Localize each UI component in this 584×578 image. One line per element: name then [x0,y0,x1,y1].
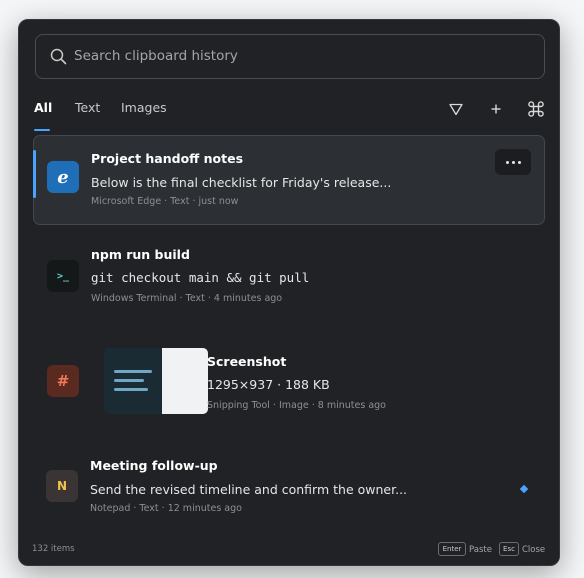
esc-key-hint: Esc [499,542,519,556]
selection-indicator [33,150,36,198]
item-preview: Send the revised timeline and confirm th… [90,482,408,497]
image-thumbnail [104,348,208,414]
list-item[interactable]: >_ npm run build git checkout main && gi… [33,233,545,323]
close-label: Close [522,545,546,555]
add-button[interactable] [485,98,507,120]
item-preview: Below is the final checklist for Friday'… [91,175,392,190]
item-meta: Notepad · Text · 12 minutes ago [90,503,242,514]
enter-key-hint: Enter [438,542,466,556]
paste-label: Paste [469,545,492,555]
item-preview: 1295×937 · 188 KB [207,377,330,392]
filter-button[interactable] [445,98,467,120]
search-box[interactable]: Search clipboard history [35,34,545,79]
active-tab-indicator [34,129,50,131]
list-item[interactable]: e Project handoff notes Below is the fin… [33,135,545,225]
filter-icon [449,103,463,115]
more-icon [505,160,509,164]
clipboard-history-panel: Search clipboard history All Text Images… [18,19,560,566]
command-key-icon [528,101,544,117]
list-item[interactable]: N Meeting follow-up Send the revised tim… [33,443,545,523]
list-item[interactable]: # Screenshot 1295×937 · 188 KB Snipping … [33,348,545,418]
snipping-tool-icon: # [47,365,79,397]
more-options-button[interactable] [495,149,531,175]
filter-tabs: All Text Images [34,100,554,131]
tab-text[interactable]: Text [75,100,100,115]
notepad-icon: N [46,470,78,502]
item-preview: git checkout main && git pull [91,270,310,285]
search-icon [50,48,67,69]
tab-images[interactable]: Images [121,100,167,115]
item-count: 132 items [32,544,75,554]
item-title: npm run build [91,247,190,262]
item-title: Meeting follow-up [90,458,218,473]
item-meta: Snipping Tool · Image · 8 minutes ago [207,400,386,411]
item-meta: Microsoft Edge · Text · just now [91,196,239,207]
plus-icon [491,104,501,114]
pinned-indicator-icon [519,484,529,494]
shortcut-button[interactable] [525,98,547,120]
item-title: Project handoff notes [91,151,244,166]
terminal-icon: >_ [47,260,79,292]
item-meta: Windows Terminal · Text · 4 minutes ago [91,293,283,304]
search-input[interactable]: Search clipboard history [74,48,238,64]
tab-all[interactable]: All [34,100,52,115]
item-title: Screenshot [207,354,287,369]
edge-icon: e [47,161,79,193]
